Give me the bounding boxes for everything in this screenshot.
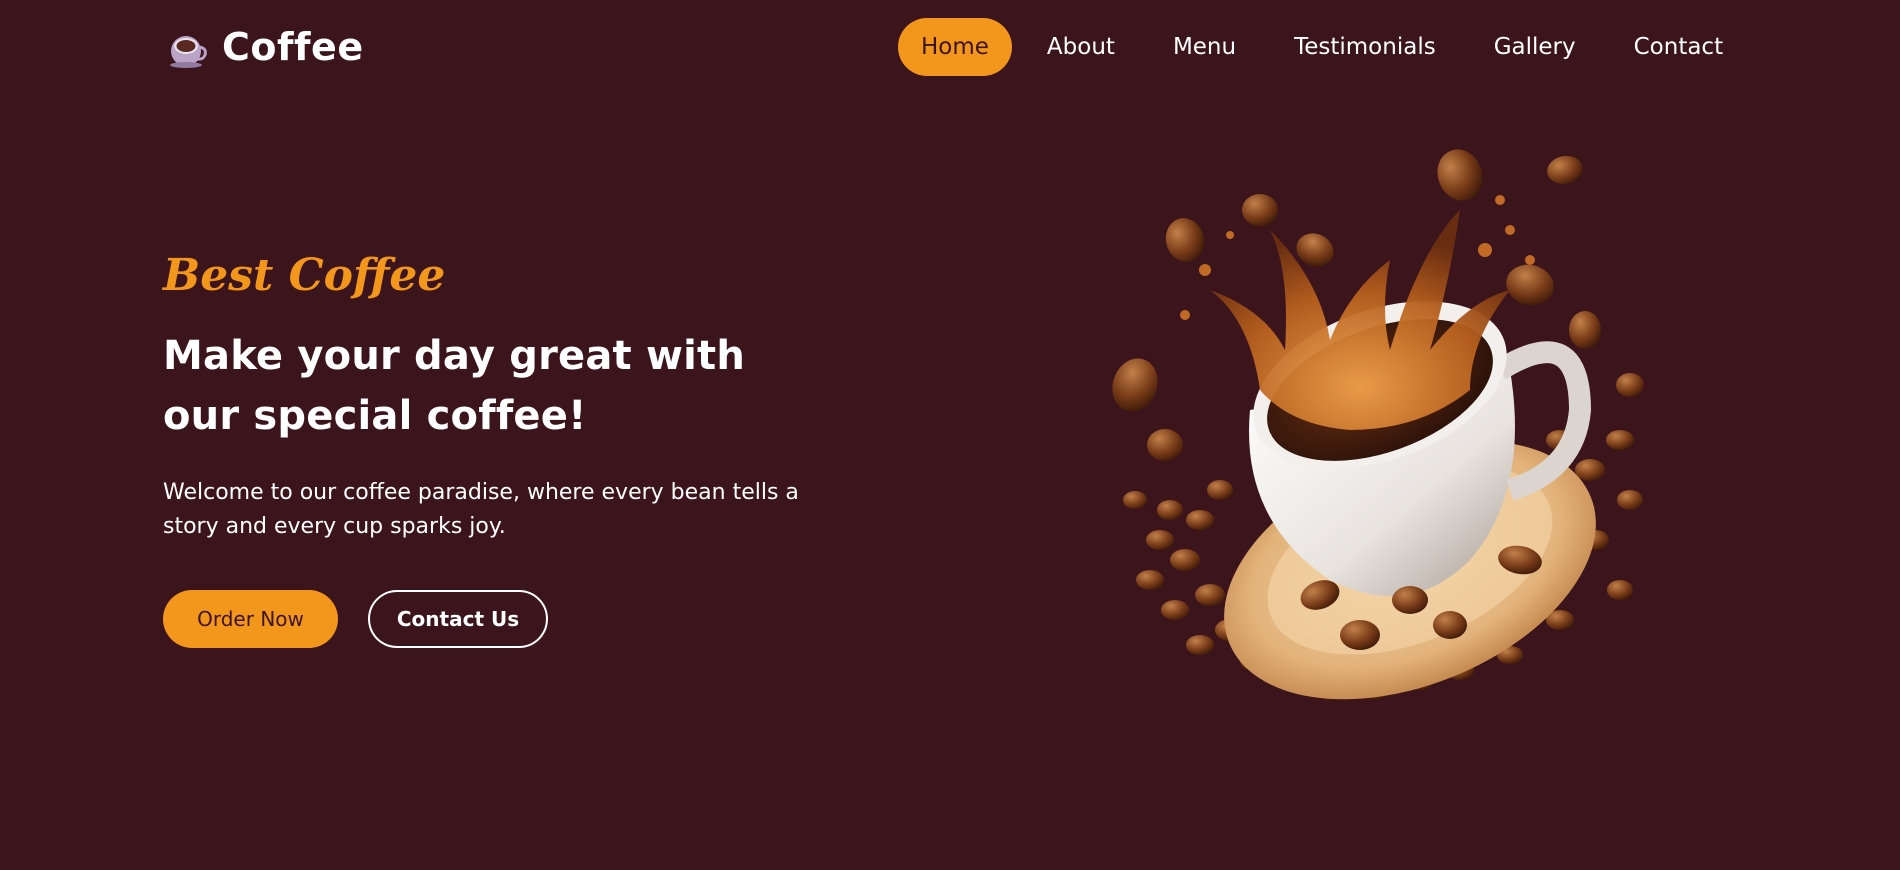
main-nav: Home About Menu Testimonials Gallery Con… xyxy=(898,18,1746,76)
nav-item-contact[interactable]: Contact xyxy=(1611,18,1746,76)
hero-section: Best Coffee Make your day great with our… xyxy=(163,248,823,544)
logo-text: Coffee xyxy=(222,25,364,69)
nav-item-gallery[interactable]: Gallery xyxy=(1471,18,1599,76)
hero-description: Welcome to our coffee paradise, where ev… xyxy=(163,480,799,539)
hero-title: Make your day great with our special cof… xyxy=(163,333,746,439)
logo-link[interactable]: Coffee xyxy=(168,20,364,74)
order-now-button[interactable]: Order Now xyxy=(163,590,338,648)
nav-item-testimonials[interactable]: Testimonials xyxy=(1271,18,1459,76)
hero-buttons: Order Now Contact Us xyxy=(163,590,548,648)
site-header: Coffee Home About Menu Testimonials Gall… xyxy=(0,0,1900,94)
coffee-cup-icon xyxy=(170,36,207,68)
coffee-cup-splash-image xyxy=(1112,149,1644,700)
nav-item-menu[interactable]: Menu xyxy=(1150,18,1259,76)
page: Coffee Home About Menu Testimonials Gall… xyxy=(0,0,1900,870)
nav-item-home[interactable]: Home xyxy=(898,18,1012,76)
hero-subtitle: Best Coffee xyxy=(163,250,446,301)
contact-us-button[interactable]: Contact Us xyxy=(368,590,548,648)
nav-item-about[interactable]: About xyxy=(1024,18,1138,76)
